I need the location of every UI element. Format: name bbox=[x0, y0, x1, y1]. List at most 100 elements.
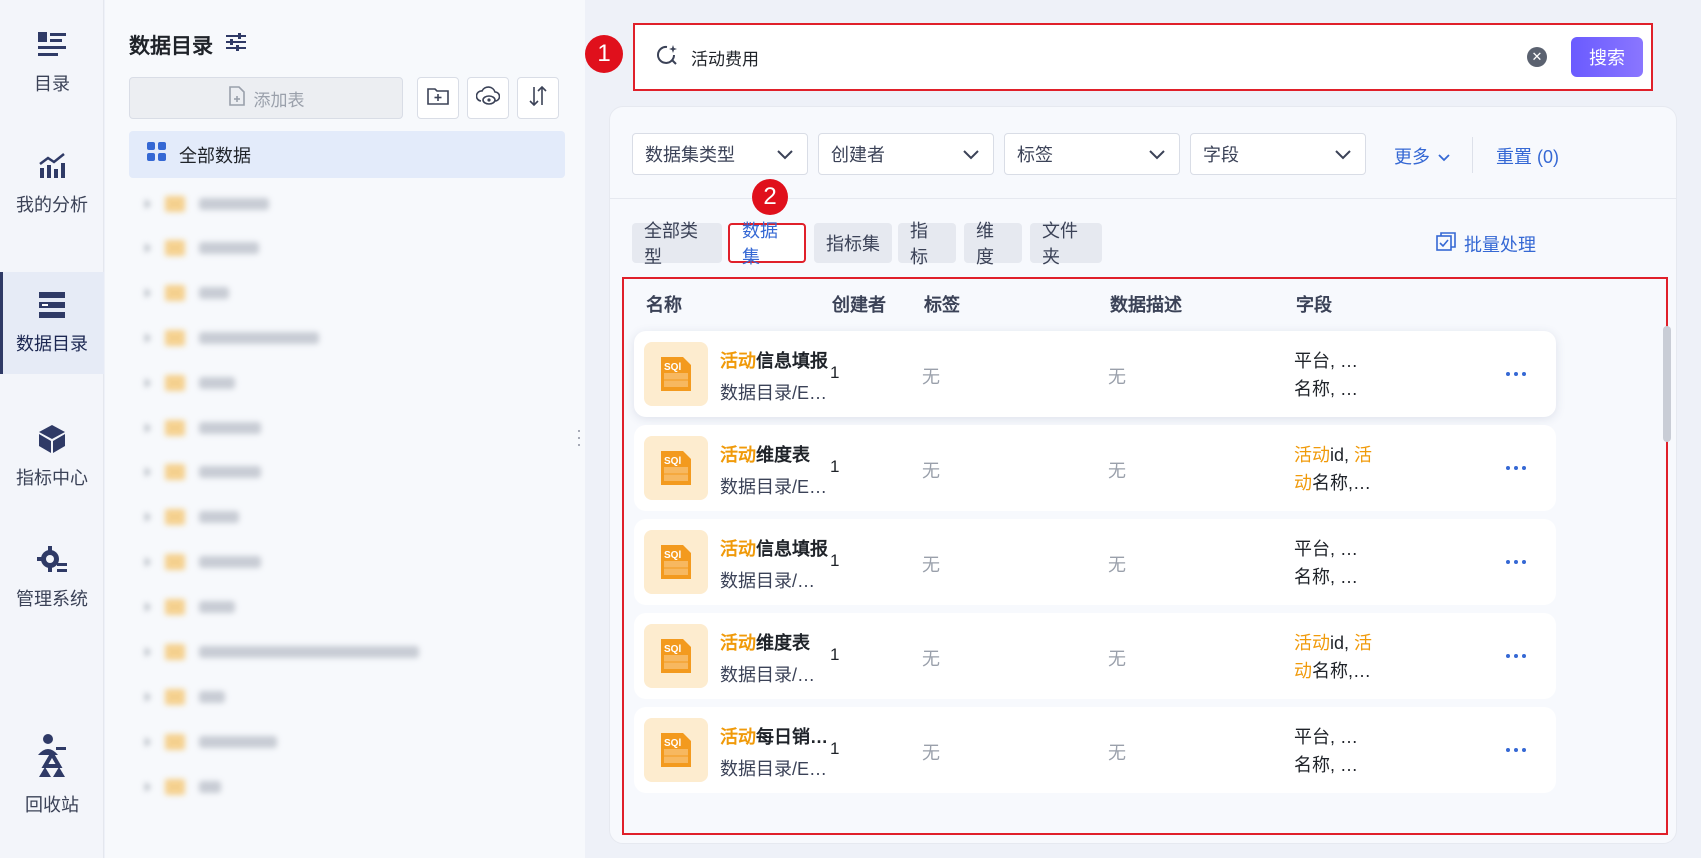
rail-label: 目录 bbox=[34, 74, 70, 94]
clear-search-icon[interactable]: ✕ bbox=[1527, 47, 1547, 67]
field-select[interactable]: 字段 bbox=[1190, 133, 1366, 175]
column-header-description: 数据描述 bbox=[1110, 295, 1182, 315]
row-creator: 1 bbox=[830, 739, 840, 758]
tree-folder-item[interactable] bbox=[145, 415, 261, 441]
row-description: 无 bbox=[1108, 555, 1126, 575]
row-path: 数据目录/Excel bbox=[720, 383, 830, 403]
row-path: 数据目录/Excel bbox=[720, 759, 830, 779]
rail-label: 管理系统 bbox=[16, 589, 88, 609]
table-row[interactable]: SQl 活动维度表 数据目录/数据 1 无 无 活动id, 活 动名称, 开始时… bbox=[634, 613, 1556, 699]
search-input[interactable] bbox=[691, 47, 1527, 67]
sort-icon bbox=[528, 85, 548, 112]
rail-item-recycle-bin[interactable]: 回收站 bbox=[0, 744, 104, 824]
tree-folder-item[interactable] bbox=[145, 729, 277, 755]
tree-folder-item[interactable] bbox=[145, 370, 235, 396]
row-description: 无 bbox=[1108, 649, 1126, 669]
row-description: 无 bbox=[1108, 367, 1126, 387]
column-header-name: 名称 bbox=[646, 295, 682, 315]
catalog-panel: 数据目录 添加表 全部数据 bbox=[105, 0, 585, 858]
row-name[interactable]: 活动信息填报 bbox=[720, 347, 830, 373]
tree-folder-item[interactable] bbox=[145, 459, 261, 485]
more-label: 更多 bbox=[1394, 147, 1430, 167]
catalog-title: 数据目录 bbox=[129, 30, 247, 60]
row-more-icon[interactable] bbox=[1496, 641, 1536, 671]
row-more-icon[interactable] bbox=[1496, 359, 1536, 389]
rail-item-catalog[interactable]: 目录 bbox=[0, 12, 104, 114]
row-tag: 无 bbox=[922, 555, 940, 575]
row-more-icon[interactable] bbox=[1496, 735, 1536, 765]
tree-folder-item[interactable] bbox=[145, 280, 229, 306]
tab-dataset[interactable]: 数据集 bbox=[728, 221, 806, 267]
cloud-view-button[interactable] bbox=[467, 77, 509, 119]
tag-select[interactable]: 标签 bbox=[1004, 133, 1180, 175]
tree-folder-item[interactable] bbox=[145, 549, 261, 575]
tab-metric[interactable]: 指标 bbox=[898, 221, 956, 267]
svg-text:SQl: SQl bbox=[664, 738, 681, 749]
dataset-type-select[interactable]: 数据集类型 bbox=[632, 133, 808, 175]
row-name[interactable]: 活动每日销售额 bbox=[720, 723, 830, 749]
add-table-label: 添加表 bbox=[253, 90, 305, 110]
tree-folder-item[interactable] bbox=[145, 594, 235, 620]
row-creator: 1 bbox=[830, 363, 840, 382]
rail-item-data-catalog[interactable]: 数据目录 bbox=[0, 272, 104, 374]
new-folder-button[interactable] bbox=[417, 77, 459, 119]
select-label: 数据集类型 bbox=[645, 145, 735, 165]
cloud-eye-icon bbox=[475, 85, 501, 111]
row-name[interactable]: 活动维度表 bbox=[720, 441, 830, 467]
panel-resize-handle[interactable] bbox=[577, 430, 581, 446]
search-annotation-frame: ✕ 搜索 bbox=[633, 23, 1653, 91]
ai-search-icon bbox=[655, 43, 679, 72]
tree-folder-item[interactable] bbox=[145, 325, 319, 351]
rail-item-my-analysis[interactable]: 我的分析 bbox=[0, 133, 104, 235]
rail-item-admin-system[interactable]: 管理系统 bbox=[0, 527, 104, 629]
tree-folder-item[interactable] bbox=[145, 504, 239, 530]
search-button[interactable]: 搜索 bbox=[1571, 37, 1643, 77]
filter-settings-icon[interactable] bbox=[225, 32, 247, 58]
row-more-icon[interactable] bbox=[1496, 547, 1536, 577]
sql-file-icon: SQl bbox=[644, 342, 708, 406]
row-description: 无 bbox=[1108, 461, 1126, 481]
rail-item-metrics-center[interactable]: 指标中心 bbox=[0, 406, 104, 508]
rail-label: 我的分析 bbox=[16, 195, 88, 215]
add-table-button[interactable]: 添加表 bbox=[129, 77, 403, 119]
creator-select[interactable]: 创建者 bbox=[818, 133, 994, 175]
table-row[interactable]: SQl 活动维度表 数据目录/Excel 1 无 无 活动id, 活 动名称, … bbox=[634, 425, 1556, 511]
select-label: 标签 bbox=[1017, 145, 1053, 165]
row-path: 数据目录/数据 bbox=[720, 571, 830, 591]
row-more-icon[interactable] bbox=[1496, 453, 1536, 483]
all-data-node[interactable]: 全部数据 bbox=[129, 131, 565, 178]
tab-all-types[interactable]: 全部类型 bbox=[632, 221, 722, 267]
batch-process-button[interactable]: 批量处理 bbox=[1436, 231, 1536, 257]
tree-folder-item[interactable] bbox=[145, 774, 221, 800]
reset-filters-button[interactable]: 重置 (0) bbox=[1496, 143, 1559, 169]
tree-folder-item[interactable] bbox=[145, 639, 419, 665]
rail-label: 回收站 bbox=[25, 795, 79, 815]
svg-text:SQl: SQl bbox=[664, 362, 681, 373]
column-header-fields: 字段 bbox=[1296, 295, 1332, 315]
sql-file-icon: SQl bbox=[644, 530, 708, 594]
svg-text:SQl: SQl bbox=[664, 456, 681, 467]
tree-folder-item[interactable] bbox=[145, 235, 259, 261]
sql-file-icon: SQl bbox=[644, 436, 708, 500]
left-nav-rail: 目录 我的分析 数据目录 指标中心 管理系统 回收站 bbox=[0, 0, 104, 858]
tab-dimension[interactable]: 维度 bbox=[964, 221, 1022, 267]
chevron-down-icon bbox=[777, 144, 793, 165]
tree-folder-item[interactable] bbox=[145, 191, 269, 217]
table-row[interactable]: SQl 活动信息填报 数据目录/数据 1 无 无 平台, 活动 名称, 活动时间 bbox=[634, 519, 1556, 605]
tab-folder[interactable]: 文件夹 bbox=[1030, 221, 1102, 267]
main-area: ✕ 搜索 1 数据集类型 创建者 标签 字段 更多 bbox=[585, 0, 1701, 858]
row-creator: 1 bbox=[830, 645, 840, 664]
select-label: 字段 bbox=[1203, 145, 1239, 165]
row-tag: 无 bbox=[922, 743, 940, 763]
row-name[interactable]: 活动维度表 bbox=[720, 629, 830, 655]
tab-metric-set[interactable]: 指标集 bbox=[814, 223, 892, 263]
more-filters-button[interactable]: 更多 bbox=[1394, 143, 1450, 169]
table-row[interactable]: SQl 活动每日销售额 数据目录/Excel 1 无 无 平台, 活动 名称, … bbox=[634, 707, 1556, 793]
tree-folder-item[interactable] bbox=[145, 684, 225, 710]
sort-button[interactable] bbox=[517, 77, 559, 119]
row-name[interactable]: 活动信息填报 bbox=[720, 535, 830, 561]
row-fields: 平台, 活动 名称, 活动时间 bbox=[1294, 351, 1374, 399]
table-row[interactable]: SQl 活动信息填报 数据目录/Excel 1 无 无 平台, 活动 名称, 活… bbox=[634, 331, 1556, 417]
results-scrollbar[interactable] bbox=[1663, 326, 1671, 442]
results-annotation-frame: 名称 创建者 标签 数据描述 字段 SQl 活动信息填报 数据目录/Excel … bbox=[622, 277, 1668, 835]
